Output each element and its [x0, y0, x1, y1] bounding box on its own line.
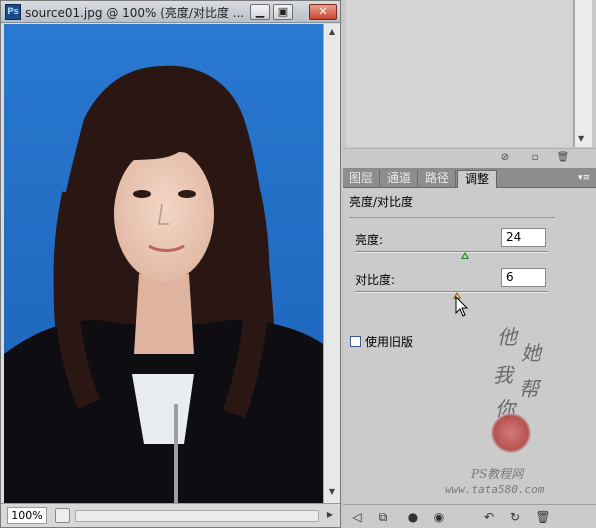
document-titlebar[interactable]: Ps source01.jpg @ 100% (亮度/对比度 ... ▁ ▣ ✕	[1, 1, 340, 23]
upper-panel-content	[346, 0, 574, 147]
brightness-slider[interactable]	[355, 251, 548, 259]
back-arrow-icon[interactable]: ◁	[349, 509, 365, 525]
brightness-label: 亮度:	[355, 233, 384, 247]
tab-channels[interactable]: 通道	[381, 170, 418, 188]
scroll-right-icon[interactable]: ▶	[323, 508, 337, 522]
zoom-level-field[interactable]: 100%	[7, 507, 47, 524]
mouse-cursor-icon	[455, 295, 469, 321]
document-window: Ps source01.jpg @ 100% (亮度/对比度 ... ▁ ▣ ✕	[0, 0, 341, 528]
restore-icon: ▣	[277, 5, 289, 18]
photoshop-workspace: Ps source01.jpg @ 100% (亮度/对比度 ... ▁ ▣ ✕	[0, 0, 596, 528]
restore-button[interactable]: ▣	[273, 4, 293, 20]
scroll-up-icon[interactable]: ▲	[326, 26, 338, 38]
visibility-eye-icon[interactable]: ◉	[431, 509, 447, 525]
upper-panel-footer: ⊘ ▫ 🗑	[343, 148, 596, 166]
legacy-checkbox[interactable]	[350, 336, 361, 347]
scroll-down-icon[interactable]: ▼	[326, 486, 338, 498]
document-statusbar: 100% ▶	[1, 503, 340, 527]
ps-watermark: PS教程网	[471, 467, 524, 481]
upper-panel: ▼ ⊘ ▫ 🗑	[343, 0, 596, 168]
site-watermark: www.tata580.com	[445, 483, 545, 496]
divider	[349, 217, 555, 218]
scroll-down-icon[interactable]: ▼	[578, 134, 584, 143]
panel-menu-icon[interactable]: ▾≡	[576, 171, 592, 185]
minimize-icon: ▁	[255, 5, 265, 18]
clip-to-layer-icon[interactable]: ●	[405, 509, 421, 525]
status-info-icon[interactable]	[55, 508, 70, 523]
legacy-checkbox-label: 使用旧版	[365, 335, 414, 349]
brightness-input[interactable]: 24	[501, 228, 546, 247]
brightness-slider-thumb[interactable]	[461, 252, 469, 259]
reset-icon[interactable]: ↻	[507, 509, 523, 525]
vertical-scrollbar[interactable]: ▲ ▼	[323, 24, 340, 503]
contrast-input[interactable]: 6	[501, 268, 546, 287]
minimize-button[interactable]: ▁	[250, 4, 270, 20]
adjustments-footer: ◁ ⧉ ● ◉ ↶ ↻ 🗑	[343, 504, 596, 528]
trash-icon[interactable]: 🗑	[556, 151, 570, 165]
close-icon: ✕	[318, 5, 328, 18]
tab-paths[interactable]: 路径	[419, 170, 456, 188]
seal-stamp	[491, 413, 531, 453]
tab-layers[interactable]: 图层	[343, 170, 380, 188]
portrait-photo	[4, 24, 323, 503]
contrast-slider[interactable]	[355, 291, 548, 299]
contrast-label: 对比度:	[355, 273, 396, 287]
tab-adjustments[interactable]: 调整	[457, 170, 497, 188]
previous-state-icon[interactable]: ↶	[481, 509, 497, 525]
expand-view-icon[interactable]: ⧉	[375, 509, 391, 525]
document-canvas[interactable]	[4, 24, 323, 503]
panel-tab-bar: 图层 通道 路径 调整 ▾≡	[343, 169, 596, 188]
adjustment-title: 亮度/对比度	[349, 195, 414, 209]
trash-icon[interactable]: 🗑	[535, 509, 551, 525]
close-button[interactable]: ✕	[309, 4, 337, 20]
horizontal-scrollbar[interactable]	[75, 510, 319, 522]
upper-panel-scrollbar[interactable]: ▼	[574, 0, 592, 147]
document-title: source01.jpg @ 100% (亮度/对比度 ...	[25, 6, 245, 20]
new-item-icon[interactable]: ▫	[528, 151, 542, 165]
adjustments-panel: 图层 通道 路径 调整 ▾≡ 亮度/对比度 亮度: 24 对比度: 6 使用旧版…	[343, 168, 596, 528]
photoshop-app-icon: Ps	[5, 4, 21, 20]
no-icon[interactable]: ⊘	[498, 151, 512, 165]
